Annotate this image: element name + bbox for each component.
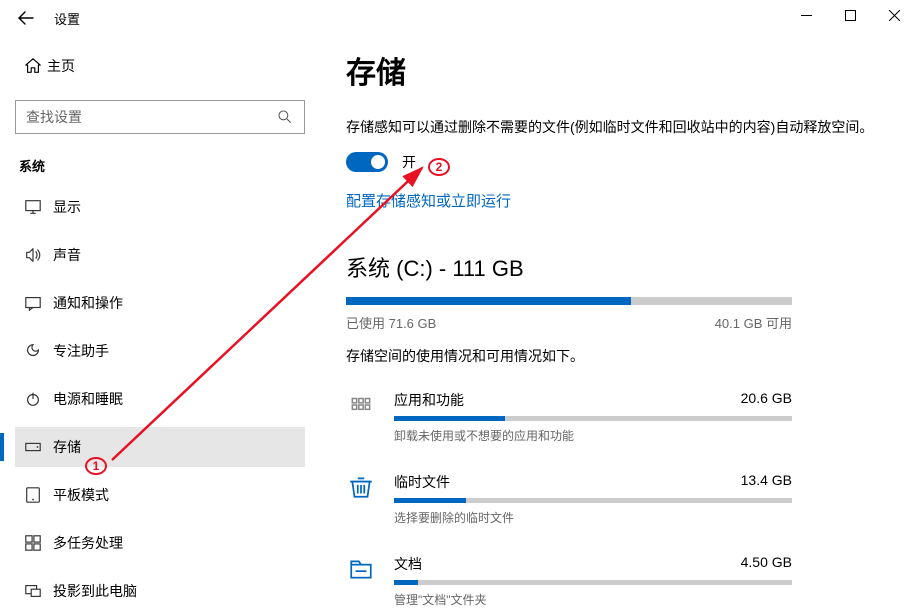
- storage-item-hint: 卸载未使用或不想要的应用和功能: [394, 427, 792, 444]
- main-panel: 存储 存储感知可以通过删除不需要的文件(例如临时文件和回收站中的内容)自动释放空…: [320, 36, 916, 608]
- home-button[interactable]: 主页: [15, 46, 305, 86]
- drive-usage-bar: [346, 297, 792, 305]
- sidebar-item-sound[interactable]: 声音: [15, 235, 305, 275]
- back-button[interactable]: [10, 2, 42, 34]
- window-controls: [784, 0, 916, 30]
- focus-icon: [19, 342, 47, 360]
- sidebar-item-label: 通知和操作: [53, 293, 123, 313]
- storage-item-size: 13.4 GB: [741, 472, 792, 492]
- search-box[interactable]: [15, 100, 305, 134]
- sidebar-item-label: 显示: [53, 197, 81, 217]
- used-label: 已使用 71.6 GB: [346, 313, 436, 332]
- sidebar-item-label: 声音: [53, 245, 81, 265]
- sidebar-item-label: 存储: [53, 437, 81, 457]
- free-label: 40.1 GB 可用: [715, 313, 792, 332]
- storage-item-hint: 选择要删除的临时文件: [394, 509, 792, 526]
- drive-usage-text: 已使用 71.6 GB 40.1 GB 可用: [346, 313, 792, 332]
- multitask-icon: [19, 534, 47, 552]
- configure-storage-sense-link[interactable]: 配置存储感知或立即运行: [346, 190, 511, 211]
- notifications-icon: [19, 294, 47, 312]
- storage-item-hint: 管理"文档"文件夹: [394, 591, 792, 608]
- toggle-state-label: 开: [402, 152, 416, 172]
- storage-icon: [19, 438, 47, 456]
- sidebar-item-display[interactable]: 显示: [15, 187, 305, 227]
- storage-sense-desc: 存储感知可以通过删除不需要的文件(例如临时文件和回收站中的内容)自动释放空间。: [346, 116, 876, 138]
- storage-sense-toggle-row: 开: [346, 152, 876, 172]
- sidebar-item-power[interactable]: 电源和睡眠: [15, 379, 305, 419]
- storage-item-bar: [394, 416, 792, 421]
- documents-icon: [346, 554, 376, 608]
- title-bar: 设置: [0, 0, 916, 36]
- storage-category-list: 应用和功能 20.6 GB 卸载未使用或不想要的应用和功能 临时文件 13.4 …: [346, 390, 792, 608]
- sidebar: 主页 系统 显示 声音 通知和操作: [0, 36, 320, 608]
- sidebar-item-multitask[interactable]: 多任务处理: [15, 523, 305, 563]
- power-icon: [19, 390, 47, 408]
- sidebar-item-label: 电源和睡眠: [53, 389, 123, 409]
- storage-item-bar: [394, 498, 792, 503]
- temp-icon: [346, 472, 376, 526]
- storage-item-documents[interactable]: 文档 4.50 GB 管理"文档"文件夹: [346, 554, 792, 608]
- storage-sense-toggle[interactable]: [346, 152, 388, 172]
- display-icon: [19, 198, 47, 216]
- sidebar-item-focus[interactable]: 专注助手: [15, 331, 305, 371]
- storage-item-size: 4.50 GB: [741, 554, 792, 574]
- sidebar-item-label: 专注助手: [53, 341, 109, 361]
- storage-item-title: 临时文件: [394, 472, 450, 492]
- storage-item-bar: [394, 580, 792, 585]
- storage-item-apps[interactable]: 应用和功能 20.6 GB 卸载未使用或不想要的应用和功能: [346, 390, 792, 444]
- home-label: 主页: [47, 56, 75, 76]
- tablet-icon: [19, 486, 47, 504]
- maximize-button[interactable]: [828, 0, 872, 30]
- sound-icon: [19, 246, 47, 264]
- sidebar-item-label: 投影到此电脑: [53, 581, 137, 601]
- drive-title: 系统 (C:) - 111 GB: [346, 251, 876, 283]
- apps-icon: [346, 390, 376, 444]
- window-title: 设置: [54, 9, 80, 28]
- storage-item-title: 应用和功能: [394, 390, 464, 410]
- close-button[interactable]: [872, 0, 916, 30]
- minimize-button[interactable]: [784, 0, 828, 30]
- section-label: 系统: [15, 156, 305, 175]
- sidebar-item-label: 平板模式: [53, 485, 109, 505]
- sidebar-item-tablet[interactable]: 平板模式: [15, 475, 305, 515]
- arrow-left-icon: [18, 10, 34, 26]
- storage-item-size: 20.6 GB: [741, 390, 792, 410]
- search-input[interactable]: [26, 109, 276, 125]
- usage-sub-desc: 存储空间的使用情况和可用情况如下。: [346, 346, 876, 366]
- search-icon: [276, 109, 294, 125]
- page-title: 存储: [346, 48, 876, 92]
- sidebar-item-project[interactable]: 投影到此电脑: [15, 571, 305, 608]
- sidebar-item-storage[interactable]: 存储: [15, 427, 305, 467]
- project-icon: [19, 582, 47, 600]
- sidebar-item-notifications[interactable]: 通知和操作: [15, 283, 305, 323]
- storage-item-temp[interactable]: 临时文件 13.4 GB 选择要删除的临时文件: [346, 472, 792, 526]
- storage-item-title: 文档: [394, 554, 422, 574]
- sidebar-item-label: 多任务处理: [53, 533, 123, 553]
- home-icon: [19, 57, 47, 75]
